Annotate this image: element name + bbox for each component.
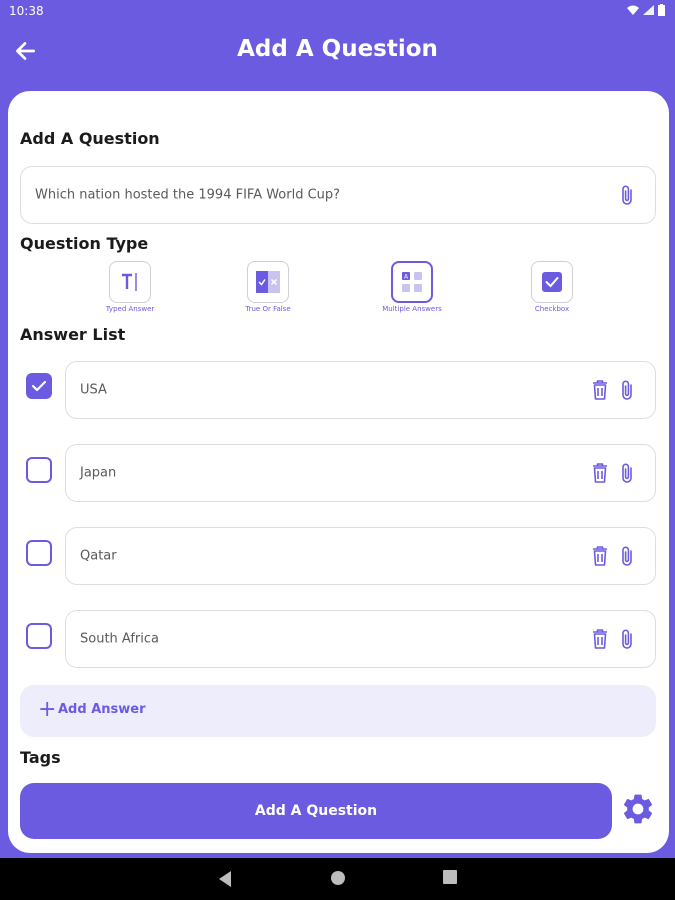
page-title: Add A Question bbox=[237, 36, 438, 62]
answer-text: Japan bbox=[80, 465, 117, 481]
attach-icon[interactable] bbox=[619, 545, 635, 567]
question-input[interactable]: Which nation hosted the 1994 FIFA World … bbox=[20, 166, 656, 224]
tags-heading: Tags bbox=[20, 748, 61, 767]
qtype-multiple-answers[interactable]: A Multiple Answers bbox=[362, 261, 462, 313]
signal-icon bbox=[643, 5, 654, 15]
qtype-label: Typed Answer bbox=[105, 305, 155, 313]
status-time: 10:38 bbox=[9, 4, 44, 18]
app-bar: Add A Question bbox=[0, 24, 675, 84]
back-icon[interactable] bbox=[217, 870, 233, 888]
battery-icon bbox=[658, 4, 665, 16]
question-text: Which nation hosted the 1994 FIFA World … bbox=[35, 187, 341, 203]
wifi-icon bbox=[627, 5, 639, 15]
qtype-typed-answer[interactable]: Typed Answer bbox=[80, 261, 180, 313]
add-question-heading: Add A Question bbox=[20, 129, 160, 148]
qtype-label: Checkbox bbox=[534, 305, 570, 313]
trash-icon[interactable] bbox=[591, 545, 609, 567]
answer-correct-checkbox[interactable] bbox=[26, 457, 52, 483]
attach-icon[interactable] bbox=[619, 379, 635, 401]
add-answer-button[interactable]: + Add Answer bbox=[20, 685, 656, 737]
plus-icon: + bbox=[38, 697, 57, 722]
answer-input[interactable]: South Africa bbox=[65, 610, 656, 668]
trash-icon[interactable] bbox=[591, 379, 609, 401]
answer-input[interactable]: Japan bbox=[65, 444, 656, 502]
answer-input[interactable]: USA bbox=[65, 361, 656, 419]
trash-icon[interactable] bbox=[591, 628, 609, 650]
checkbox-type-icon bbox=[531, 261, 573, 303]
qtype-checkbox[interactable]: Checkbox bbox=[502, 261, 602, 313]
gear-icon[interactable] bbox=[620, 791, 656, 827]
question-form-card: Add A Question Which nation hosted the 1… bbox=[8, 91, 669, 853]
qtype-label: True Or False bbox=[245, 305, 291, 313]
typed-answer-icon bbox=[109, 261, 151, 303]
multiple-answers-icon: A bbox=[391, 261, 433, 303]
attach-icon[interactable] bbox=[619, 184, 635, 206]
answer-input[interactable]: Qatar bbox=[65, 527, 656, 585]
attach-icon[interactable] bbox=[619, 628, 635, 650]
answer-text: Qatar bbox=[80, 548, 117, 564]
trash-icon[interactable] bbox=[591, 462, 609, 484]
check-icon bbox=[31, 380, 47, 392]
answer-text: USA bbox=[80, 382, 107, 398]
add-answer-label: Add Answer bbox=[58, 702, 146, 717]
status-icons bbox=[627, 4, 665, 16]
status-bar: 10:38 bbox=[0, 0, 675, 24]
answer-correct-checkbox[interactable] bbox=[26, 373, 52, 399]
answer-correct-checkbox[interactable] bbox=[26, 540, 52, 566]
recents-icon[interactable] bbox=[443, 870, 457, 884]
attach-icon[interactable] bbox=[619, 462, 635, 484]
qtype-true-false[interactable]: True Or False bbox=[218, 261, 318, 313]
qtype-label: Multiple Answers bbox=[382, 305, 442, 313]
question-type-heading: Question Type bbox=[20, 234, 149, 253]
true-false-icon bbox=[247, 261, 289, 303]
answer-text: South Africa bbox=[80, 631, 159, 647]
home-icon[interactable] bbox=[330, 870, 346, 886]
answer-list-heading: Answer List bbox=[20, 325, 126, 344]
submit-button[interactable]: Add A Question bbox=[20, 783, 612, 839]
answer-correct-checkbox[interactable] bbox=[26, 623, 52, 649]
system-nav-bar bbox=[0, 858, 675, 900]
